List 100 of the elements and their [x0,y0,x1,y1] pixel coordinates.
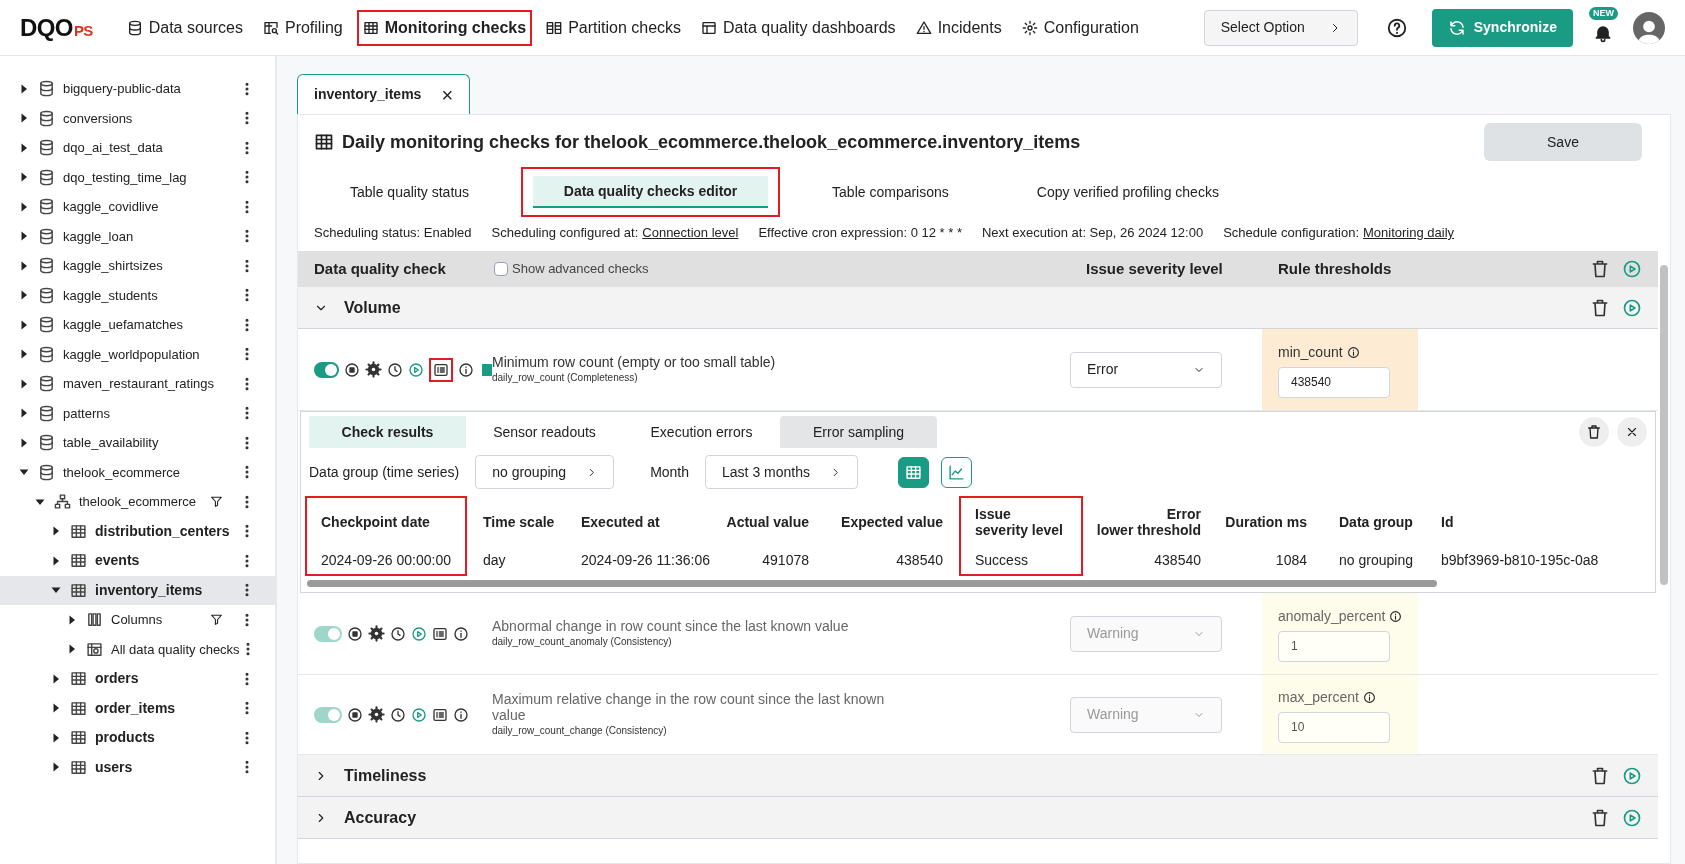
chart-view-button[interactable] [941,456,972,488]
category-row[interactable]: Volume [298,287,1658,329]
filter-icon[interactable] [210,495,223,509]
tab[interactable]: Data quality checks editor [533,176,769,208]
settings-icon[interactable] [364,361,382,378]
stop-circle-icon[interactable] [347,625,363,642]
tree-item[interactable]: table_availability [0,428,275,458]
tree-item[interactable]: patterns [0,398,275,428]
settings-icon[interactable] [368,706,385,723]
tree-item[interactable]: events [0,546,275,576]
nav-link[interactable]: Data sources [120,9,249,46]
trash-icon[interactable] [1590,297,1610,318]
category-name: Volume [344,297,402,318]
tree-item[interactable]: inventory_items [0,575,275,605]
logo: DQOPS [20,12,93,43]
filter-label: Data group (time series) [309,462,460,482]
close-button[interactable]: × [441,84,454,105]
settings-icon[interactable] [368,625,385,642]
tree-item[interactable]: bigquery-public-data [0,74,275,104]
toggle-switch[interactable] [314,625,342,642]
toggle-switch[interactable] [314,706,342,723]
check-row[interactable]: Minimum row count (empty or too small table) daily_row_count (Completeness) Error min_count 438540 [298,329,1658,411]
category-row[interactable]: Timeliness [298,755,1658,797]
severity-dropdown[interactable]: Error [1070,351,1222,388]
category-name: Accuracy [344,807,418,828]
play-circle-icon[interactable] [1622,807,1642,828]
info-icon[interactable] [453,706,469,723]
tree-item[interactable]: Columns [0,605,275,635]
select-option-dropdown[interactable]: Select Option [1203,9,1358,46]
tree-item[interactable]: kaggle_worldpopulation [0,339,275,369]
tree-item[interactable]: kaggle_students [0,280,275,310]
tree-item[interactable]: maven_restaurant_ratings [0,369,275,399]
dropdown[interactable]: no grouping [475,455,615,489]
clock-icon[interactable] [386,361,403,378]
tab[interactable]: Copy verified profiling checks [1016,176,1239,208]
list-icon[interactable] [432,625,448,642]
database-icon [38,227,55,245]
close-button[interactable] [1617,417,1647,447]
result-tab[interactable]: Error sampling [780,416,937,448]
tree-item[interactable]: thelook_ecommerce [0,487,275,517]
category-name: Timeliness [344,765,428,786]
tree-item[interactable]: All data quality checks [0,634,275,664]
schedule-link[interactable]: Connection level [642,223,739,243]
tree-item[interactable]: products [0,723,275,753]
clock-icon[interactable] [390,625,406,642]
category-row[interactable]: Accuracy [298,797,1658,839]
tree-item[interactable]: distribution_centers [0,516,275,546]
tree-item[interactable]: dqo_ai_test_data [0,133,275,163]
tab[interactable]: Table quality status [330,176,490,208]
stop-circle-icon[interactable] [347,706,363,723]
check-row[interactable]: Abnormal change in row count since the last known value daily_row_count_anomaly (Consistency) Warning anomaly_percent 1 [298,593,1658,675]
editor-tab[interactable]: inventory_items × [297,74,471,114]
info-icon[interactable] [457,361,474,378]
tree-item[interactable]: kaggle_loan [0,221,275,251]
user-avatar[interactable] [1633,11,1665,44]
nav-link[interactable]: Data quality dashboards [695,9,902,46]
play-circle-icon[interactable] [1622,259,1642,279]
play-circle-icon[interactable] [1622,765,1642,786]
nav-link[interactable]: Partition checks [540,9,688,46]
play-circle-icon[interactable] [411,706,427,723]
dropdown[interactable]: Last 3 months [705,455,858,489]
trash-icon[interactable] [1590,807,1610,828]
threshold-input[interactable]: 438540 [1278,366,1390,398]
tree-item[interactable]: thelook_ecommerce [0,457,275,487]
table-cell-text: 2024-09-26 00:00:00 [320,550,452,570]
threshold-input[interactable]: 1 [1278,630,1390,662]
clock-icon[interactable] [390,706,406,723]
toggle-switch[interactable] [314,361,339,378]
play-circle-icon[interactable] [411,625,427,642]
nav-link[interactable]: Profiling [256,9,349,46]
threshold-input[interactable]: 10 [1278,711,1390,743]
tree-item[interactable]: order_items [0,693,275,723]
tree-item[interactable]: conversions [0,103,275,133]
scrollbar[interactable] [1660,265,1668,585]
tree-item[interactable]: kaggle_shirtsizes [0,251,275,281]
list-icon[interactable] [432,706,448,723]
nav-link[interactable]: Monitoring checks [356,9,533,46]
delete-button[interactable] [1579,417,1609,447]
tab[interactable]: Table comparisons [812,176,969,208]
info-icon[interactable] [453,625,469,642]
filter-icon[interactable] [210,613,223,627]
show-advanced-checkbox[interactable]: Show advanced checks [494,259,1086,279]
tree-item[interactable]: dqo_testing_time_lag [0,162,275,192]
tree-item[interactable]: kaggle_covidlive [0,192,275,222]
stop-circle-icon[interactable] [343,361,360,378]
save-button[interactable]: Save [1484,123,1642,161]
result-tab[interactable]: Check results [309,416,466,448]
play-circle-icon[interactable] [1622,297,1642,318]
horizontal-scrollbar[interactable] [307,579,1437,587]
nav-link[interactable]: Configuration [1015,9,1145,46]
nav-link[interactable]: Incidents [909,9,1008,46]
schedule-link[interactable]: Monitoring daily [1363,223,1455,243]
tree-item[interactable]: kaggle_uefamatches [0,310,275,340]
trash-icon[interactable] [1590,259,1610,279]
trash-icon[interactable] [1590,765,1610,786]
table-view-button[interactable] [898,456,929,488]
tree-item[interactable]: orders [0,664,275,694]
tree-item[interactable]: users [0,752,275,782]
check-row[interactable]: Maximum relative change in the row count since the last known value daily_row_count_change (Consistency) Warning max_percent 10 [298,675,1658,755]
help-button[interactable] [1385,16,1408,39]
